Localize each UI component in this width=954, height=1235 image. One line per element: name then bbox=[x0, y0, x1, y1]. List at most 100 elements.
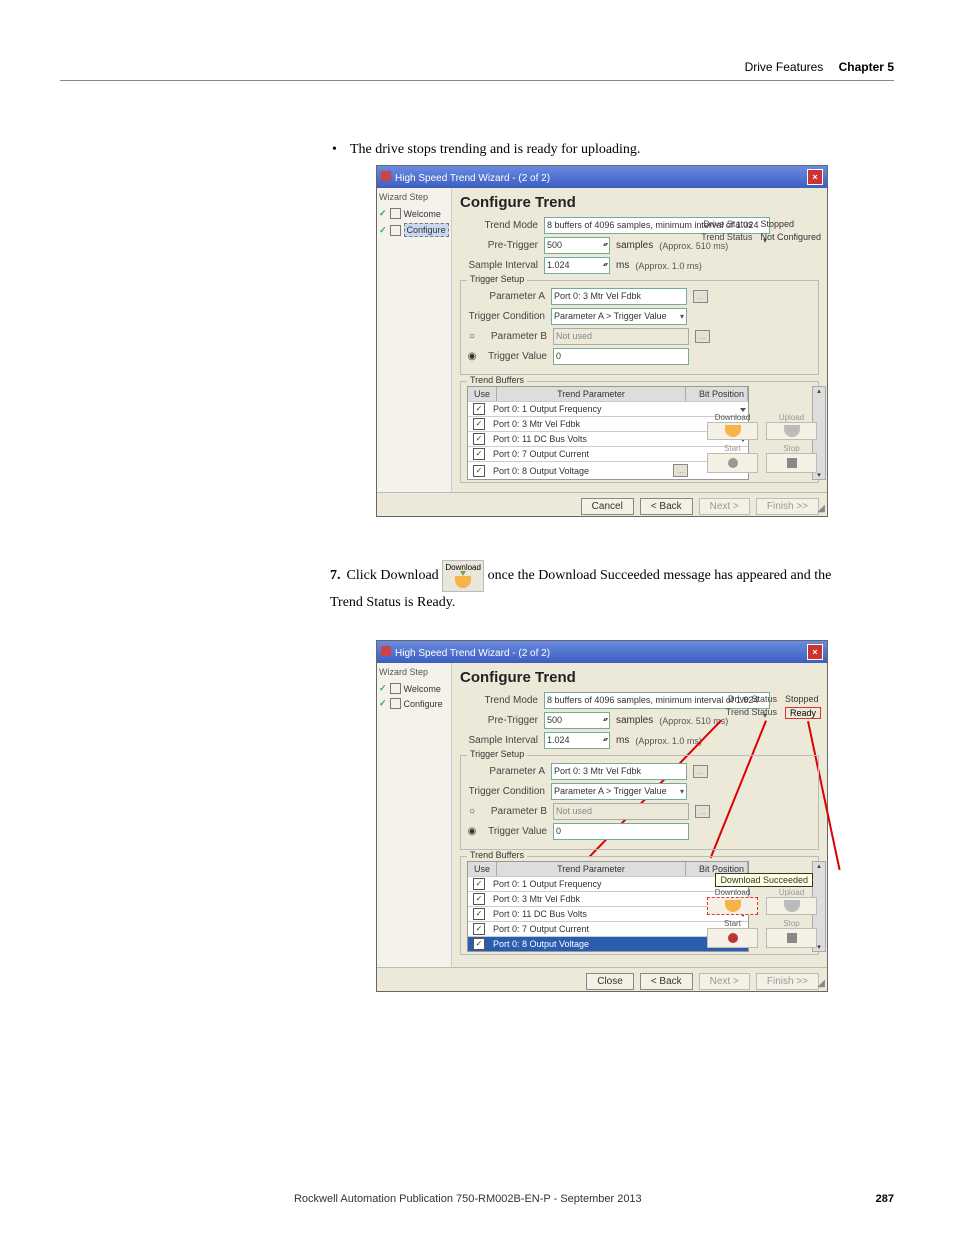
check-icon: ✓ bbox=[379, 683, 387, 694]
wizard-titlebar: High Speed Trend Wizard - (2 of 2) × bbox=[377, 641, 827, 663]
table-row[interactable]: ✓Port 0: 11 DC Bus Volts bbox=[468, 906, 748, 921]
row-checkbox[interactable]: ✓ bbox=[473, 923, 485, 935]
download-icon bbox=[455, 576, 471, 588]
trigger-value-radio[interactable]: ◉ bbox=[467, 826, 477, 837]
row-checkbox[interactable]: ✓ bbox=[473, 465, 485, 477]
resize-grip[interactable]: ◢ bbox=[817, 503, 825, 514]
chevron-down-icon[interactable] bbox=[740, 408, 746, 412]
table-row[interactable]: ✓Port 0: 8 Output Voltage bbox=[468, 936, 748, 951]
start-button[interactable] bbox=[707, 928, 758, 948]
trend-status-value: Not Configured bbox=[760, 232, 821, 242]
pre-trigger-input[interactable]: 500 bbox=[544, 237, 610, 254]
step-icon bbox=[390, 683, 401, 694]
back-button[interactable]: < Back bbox=[640, 498, 693, 515]
close-icon[interactable]: × bbox=[807, 169, 823, 185]
row-checkbox[interactable]: ✓ bbox=[473, 938, 485, 950]
trigger-condition-label: Trigger Condition bbox=[467, 786, 545, 797]
trigger-value-input[interactable]: 0 bbox=[553, 823, 689, 840]
upload-label: Upload bbox=[766, 413, 817, 422]
row-checkbox[interactable]: ✓ bbox=[473, 418, 485, 430]
chapter-label: Chapter 5 bbox=[839, 60, 894, 74]
row-checkbox[interactable]: ✓ bbox=[473, 433, 485, 445]
upload-label: Upload bbox=[766, 888, 817, 897]
pre-trigger-label: Pre-Trigger bbox=[460, 240, 538, 251]
trend-buffers-legend: Trend Buffers bbox=[467, 375, 527, 385]
step-icon bbox=[390, 208, 401, 219]
param-a-browse[interactable]: ... bbox=[693, 765, 708, 778]
stop-button bbox=[766, 928, 817, 948]
trend-status-label: Trend Status bbox=[690, 232, 752, 242]
param-a-input[interactable]: Port 0: 3 Mtr Vel Fdbk bbox=[551, 763, 687, 780]
table-row[interactable]: ✓Port 0: 8 Output Voltage... bbox=[468, 461, 748, 479]
table-row[interactable]: ✓Port 0: 7 Output Current bbox=[468, 921, 748, 936]
trigger-condition-select[interactable]: Parameter A > Trigger Value bbox=[551, 308, 687, 325]
trigger-condition-label: Trigger Condition bbox=[467, 311, 545, 322]
step-icon bbox=[390, 225, 401, 236]
table-row[interactable]: ✓Port 0: 3 Mtr Vel Fdbk bbox=[468, 416, 748, 431]
download-button[interactable] bbox=[707, 897, 758, 915]
sidebar-item-configure[interactable]: ✓Configure bbox=[379, 696, 449, 711]
row-checkbox[interactable]: ✓ bbox=[473, 878, 485, 890]
bullet-stops-trending: The drive stops trending and is ready fo… bbox=[350, 140, 640, 160]
download-label: Download bbox=[707, 413, 758, 422]
check-icon: ✓ bbox=[379, 698, 387, 709]
trigger-setup-group: Trigger Setup Parameter APort 0: 3 Mtr V… bbox=[460, 280, 819, 375]
param-b-label: Parameter B bbox=[483, 806, 547, 817]
resize-grip[interactable]: ◢ bbox=[817, 978, 825, 989]
param-b-radio[interactable]: ○ bbox=[467, 331, 477, 342]
trend-mode-label: Trend Mode bbox=[460, 220, 538, 231]
check-icon: ✓ bbox=[379, 225, 387, 236]
trigger-value-input[interactable]: 0 bbox=[553, 348, 689, 365]
back-button[interactable]: < Back bbox=[640, 973, 693, 990]
record-icon bbox=[728, 458, 738, 468]
download-icon bbox=[725, 900, 741, 912]
table-row[interactable]: ✓Port 0: 11 DC Bus Volts bbox=[468, 431, 748, 446]
trigger-value-radio[interactable]: ◉ bbox=[467, 351, 477, 362]
table-row[interactable]: ✓Port 0: 1 Output Frequency bbox=[468, 876, 748, 891]
close-icon[interactable]: × bbox=[807, 644, 823, 660]
sidebar-item-welcome[interactable]: ✓Welcome bbox=[379, 206, 449, 221]
param-a-input[interactable]: Port 0: 3 Mtr Vel Fdbk bbox=[551, 288, 687, 305]
stop-label: Stop bbox=[766, 444, 817, 453]
drive-status-label: Drive Status bbox=[690, 219, 752, 229]
action-buttons: Download Upload Start Stop bbox=[707, 888, 817, 948]
sidebar-item-welcome[interactable]: ✓Welcome bbox=[379, 681, 449, 696]
col-trend-parameter: Trend Parameter bbox=[497, 862, 686, 876]
publication-footer: Rockwell Automation Publication 750-RM00… bbox=[60, 1193, 876, 1205]
table-row[interactable]: ✓Port 0: 1 Output Frequency bbox=[468, 401, 748, 416]
trigger-value-label: Trigger Value bbox=[483, 351, 547, 362]
row-browse[interactable]: ... bbox=[673, 464, 688, 477]
col-use: Use bbox=[468, 862, 497, 876]
drive-status-label: Drive Status bbox=[715, 694, 777, 704]
col-use: Use bbox=[468, 387, 497, 401]
col-bit-position: Bit Position bbox=[686, 387, 748, 401]
finish-button: Finish >> bbox=[756, 973, 819, 990]
param-b-radio[interactable]: ○ bbox=[467, 806, 477, 817]
upload-icon bbox=[784, 900, 800, 912]
param-b-browse: ... bbox=[695, 330, 710, 343]
check-icon: ✓ bbox=[379, 208, 387, 219]
cancel-button[interactable]: Cancel bbox=[581, 498, 634, 515]
row-checkbox[interactable]: ✓ bbox=[473, 893, 485, 905]
row-checkbox[interactable]: ✓ bbox=[473, 908, 485, 920]
sidebar-item-configure[interactable]: ✓Configure bbox=[379, 221, 449, 239]
trigger-setup-group: Trigger Setup Parameter APort 0: 3 Mtr V… bbox=[460, 755, 819, 850]
next-button: Next > bbox=[699, 498, 750, 515]
download-button[interactable] bbox=[707, 422, 758, 440]
download-label: Download bbox=[707, 888, 758, 897]
row-checkbox[interactable]: ✓ bbox=[473, 403, 485, 415]
close-button[interactable]: Close bbox=[586, 973, 634, 990]
param-a-browse[interactable]: ... bbox=[693, 290, 708, 303]
sample-interval-input[interactable]: 1.024 bbox=[544, 257, 610, 274]
configure-trend-heading: Configure Trend bbox=[460, 669, 819, 686]
upload-button bbox=[766, 897, 817, 915]
drive-status-value: Stopped bbox=[785, 694, 819, 704]
sample-interval-input[interactable]: 1.024 bbox=[544, 732, 610, 749]
sample-interval-label: Sample Interval bbox=[460, 735, 538, 746]
page-number: 287 bbox=[876, 1193, 894, 1205]
table-row[interactable]: ✓Port 0: 7 Output Current bbox=[468, 446, 748, 461]
table-row[interactable]: ✓Port 0: 3 Mtr Vel Fdbk bbox=[468, 891, 748, 906]
row-checkbox[interactable]: ✓ bbox=[473, 448, 485, 460]
pre-trigger-input[interactable]: 500 bbox=[544, 712, 610, 729]
trigger-condition-select[interactable]: Parameter A > Trigger Value bbox=[551, 783, 687, 800]
